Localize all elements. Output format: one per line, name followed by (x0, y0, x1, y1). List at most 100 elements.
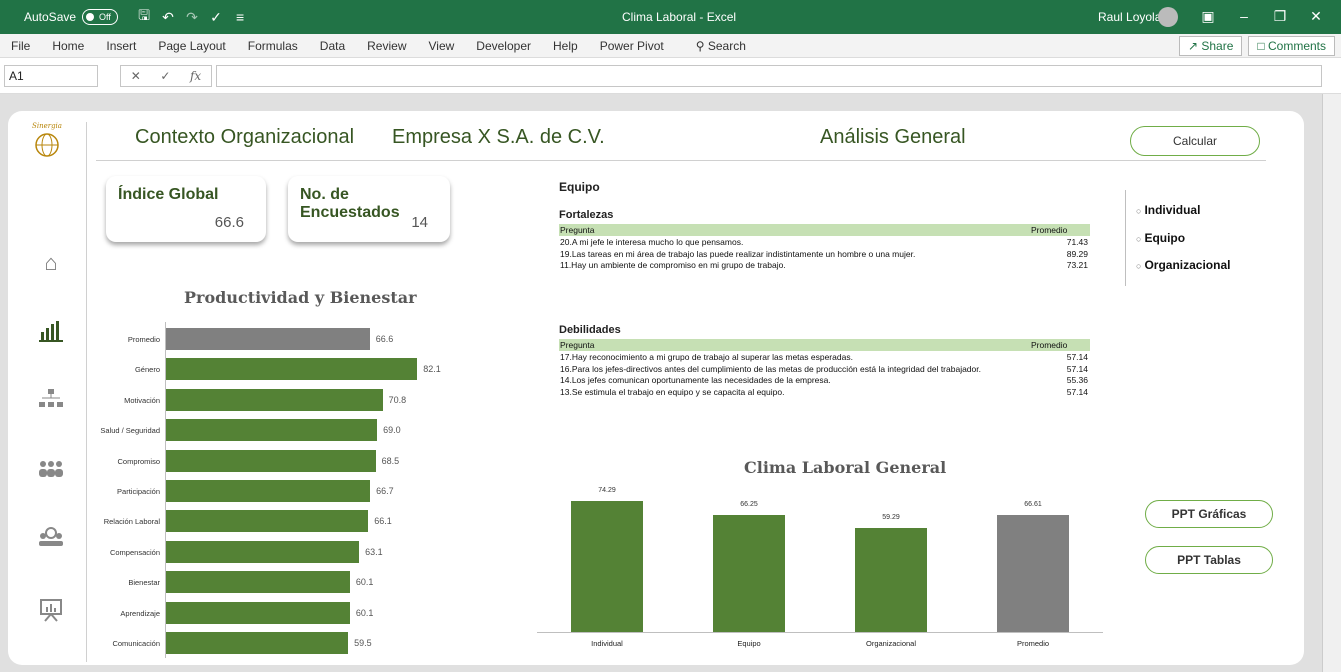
hbar-value: 66.1 (374, 516, 392, 527)
organization-icon[interactable] (36, 526, 66, 552)
hbar-bar (166, 601, 350, 624)
autosave-toggle[interactable]: Off (82, 9, 119, 25)
vbar-category: Organizacional (865, 639, 917, 648)
kpi-count-value: 14 (411, 214, 428, 231)
chart-title-climate: Clima Laboral General (744, 458, 947, 477)
vbar-value: 66.25 (740, 501, 758, 509)
ribbon-display-icon[interactable]: ▣ (1190, 8, 1226, 25)
radio-label: Equipo (1144, 231, 1186, 245)
user-name: Raul Loyola (1098, 10, 1162, 24)
hbar-category: Compensación (109, 547, 160, 557)
cancel-icon[interactable]: ✕ (131, 66, 141, 86)
question-text: 20.A mi jefe le interesa mucho lo que pe… (560, 237, 744, 247)
calculate-button[interactable]: Calcular (1130, 126, 1260, 156)
format-painter-icon[interactable]: ✓ (204, 9, 228, 26)
hbar-category: Género (134, 365, 160, 375)
radio-label: Organizacional (1144, 258, 1231, 272)
redo-icon[interactable]: ↷ (180, 9, 204, 26)
tab-view[interactable]: View (418, 39, 466, 53)
vbar-bar (855, 527, 927, 632)
strengths-title: Fortalezas (559, 209, 614, 221)
hbar-value: 69.0 (383, 425, 401, 436)
formula-input[interactable] (216, 65, 1322, 87)
comments-button[interactable]: □ Comments (1248, 35, 1335, 56)
chart-title-productivity: Productividad y Bienestar (184, 288, 417, 307)
comment-icon: □ (1257, 38, 1265, 53)
close-icon[interactable]: ✕ (1298, 8, 1334, 25)
weaknesses-col-average: Promedio (1031, 340, 1068, 350)
ppt-graphs-button[interactable]: PPT Gráficas (1145, 500, 1273, 528)
hbar-bar (166, 632, 349, 654)
tab-review[interactable]: Review (356, 39, 417, 53)
tab-help[interactable]: Help (542, 39, 589, 53)
tab-power-pivot[interactable]: Power Pivot (589, 39, 675, 53)
strengths-header (559, 224, 1090, 236)
kpi-global-label: Índice Global (118, 186, 219, 203)
hbar-category: Bienestar (128, 578, 160, 588)
presentation-icon[interactable] (36, 598, 66, 624)
ppt-tables-button[interactable]: PPT Tablas (1145, 546, 1273, 574)
section-title: Equipo (559, 180, 600, 194)
title-company: Empresa X S.A. de C.V. (392, 126, 605, 148)
search-icon: ⚲ (695, 38, 705, 53)
hbar-category: Promedio (127, 335, 160, 344)
home-icon[interactable]: ⌂ (36, 250, 66, 276)
tab-insert[interactable]: Insert (95, 39, 147, 53)
hbar-category: Participación (117, 487, 160, 496)
avatar[interactable] (1158, 7, 1178, 27)
tab-home[interactable]: Home (41, 39, 95, 53)
tab-data[interactable]: Data (309, 39, 356, 53)
hbar-bar (166, 328, 370, 350)
vertical-scrollbar[interactable] (1322, 94, 1341, 672)
radio-individual[interactable]: ○ Individual (1136, 203, 1200, 217)
radio-organizacional[interactable]: ○ Organizacional (1136, 258, 1230, 272)
vbar-category: Promedio (1016, 639, 1050, 648)
restore-icon[interactable]: ❐ (1262, 8, 1298, 25)
customize-qat-icon[interactable]: ≡ (228, 9, 252, 25)
hbar-value: 59.5 (354, 638, 372, 648)
tab-file[interactable]: File (0, 39, 41, 53)
hbar-value: 60.1 (355, 577, 374, 588)
enter-icon[interactable]: ✓ (160, 66, 170, 86)
tab-formulas[interactable]: Formulas (237, 39, 309, 53)
hbar-bar (166, 449, 376, 472)
search-label: Search (707, 38, 746, 53)
tab-developer[interactable]: Developer (465, 39, 542, 53)
title-analysis: Análisis General (820, 126, 966, 148)
insert-function-icon[interactable]: fx (190, 66, 201, 86)
vbar-bar (997, 514, 1069, 632)
hbar-category: Relación Laboral (103, 517, 160, 527)
search-box[interactable]: ⚲ Search (685, 39, 757, 53)
vbar-value: 74.29 (598, 487, 616, 495)
question-text: 19.Las tareas en mi área de trabajo las … (560, 248, 916, 259)
undo-icon[interactable]: ↶ (156, 9, 180, 26)
radio-equipo[interactable]: ○ Equipo (1136, 231, 1185, 245)
bar-chart-icon[interactable] (36, 320, 66, 346)
name-box[interactable]: A1 (4, 65, 98, 87)
hbar-category: Compromiso (117, 456, 160, 466)
hbar-bar (166, 419, 378, 442)
question-average: 57.14 (1066, 363, 1088, 374)
tab-page-layout[interactable]: Page Layout (147, 39, 236, 53)
share-button[interactable]: ↗ Share (1178, 35, 1243, 56)
org-chart-icon[interactable] (36, 388, 66, 414)
question-average: 55.36 (1066, 375, 1088, 385)
hbar-category: Comunicación (112, 639, 160, 648)
hbar-category: Motivación (124, 395, 160, 405)
question-text: 17.Hay reconocimiento a mi grupo de trab… (560, 352, 853, 362)
question-average: 73.21 (1066, 260, 1088, 270)
save-icon[interactable]: 🖫 (132, 5, 156, 29)
share-label: Share (1201, 38, 1234, 53)
vbar-category: Equipo (737, 639, 761, 648)
minimize-icon[interactable]: – (1226, 8, 1262, 25)
weaknesses-col-question: Pregunta (560, 340, 595, 350)
strengths-col-question: Pregunta (560, 225, 595, 235)
vbar-value: 59.29 (882, 513, 900, 521)
formula-controls: ✕ ✓ fx (120, 65, 212, 87)
hbar-bar (166, 388, 383, 411)
share-icon: ↗ (1187, 38, 1199, 53)
radio-label: Individual (1144, 203, 1201, 217)
strengths-col-average: Promedio (1031, 225, 1068, 235)
team-icon[interactable] (36, 458, 66, 484)
globe-icon (35, 133, 59, 157)
